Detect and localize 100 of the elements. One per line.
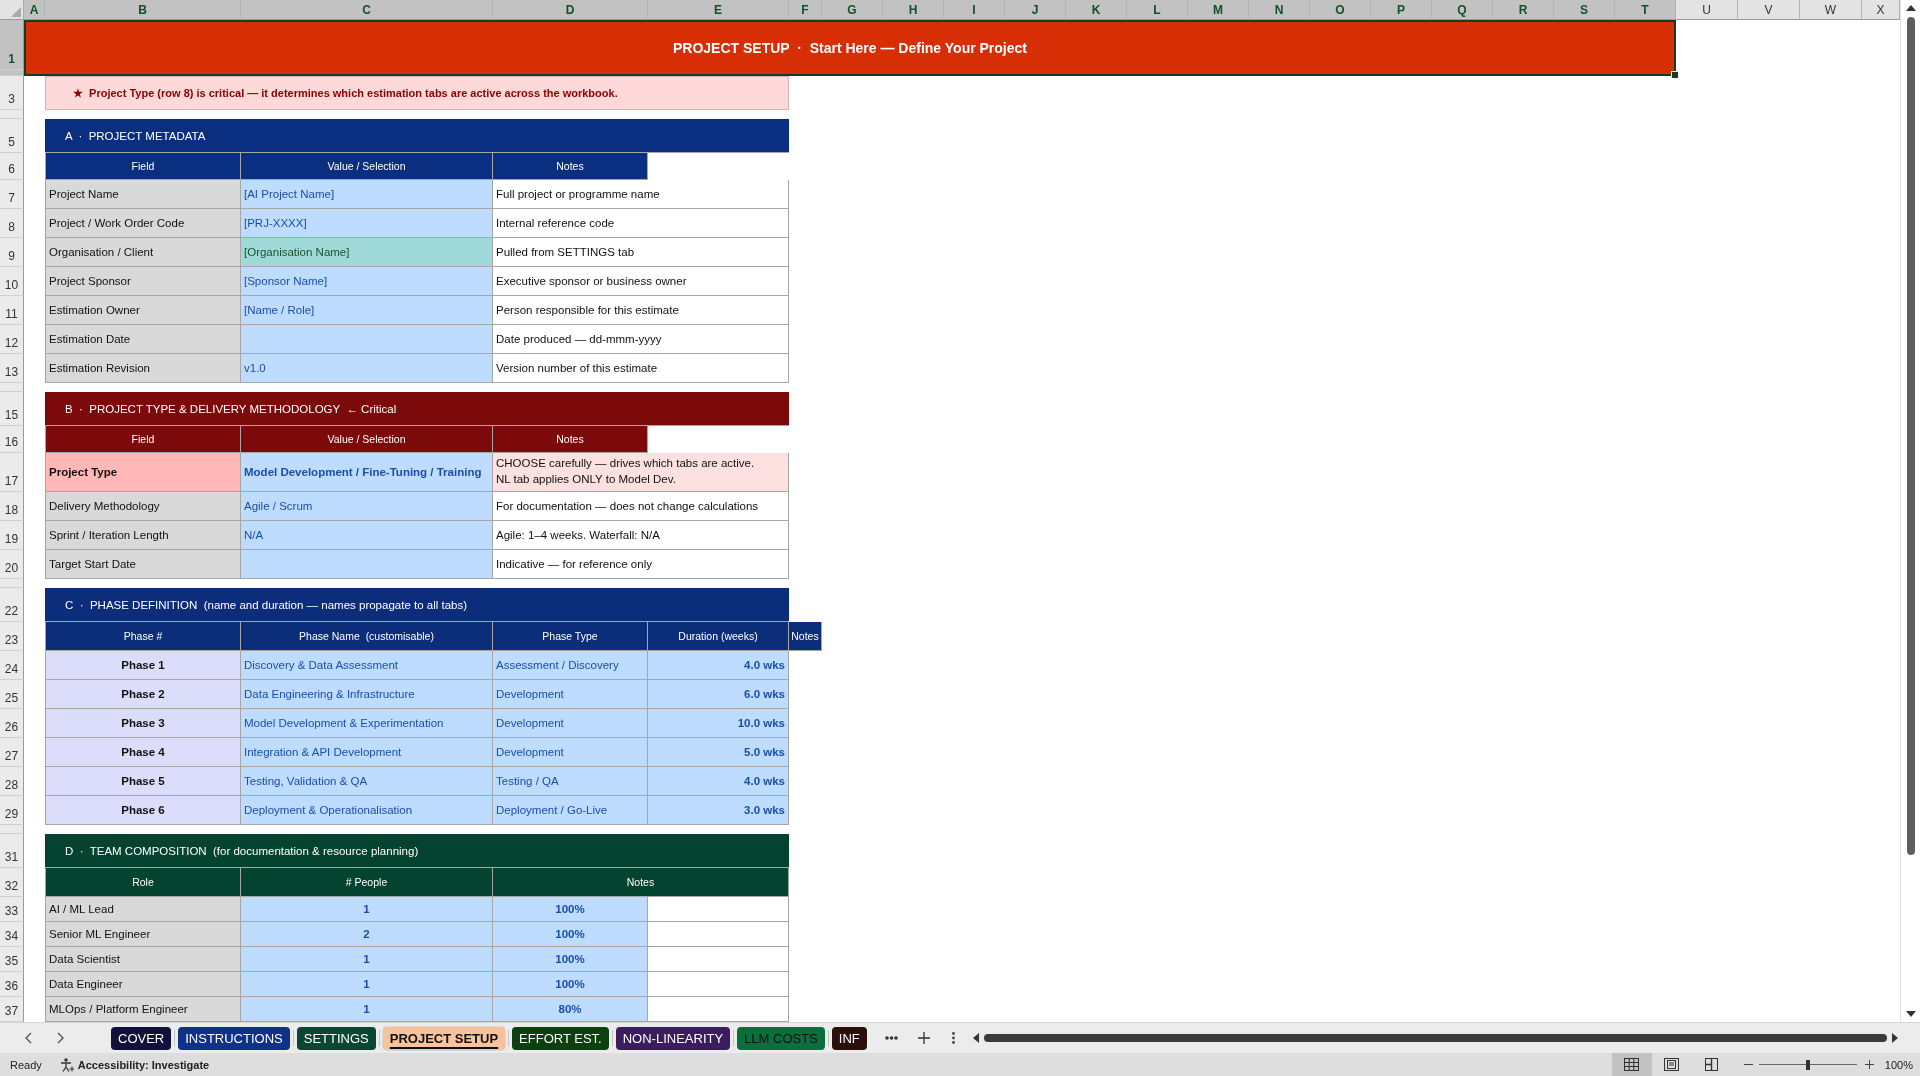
vertical-ellipsis-icon[interactable]	[951, 1032, 955, 1044]
input-cell[interactable]: Development	[493, 680, 648, 709]
column-header[interactable]: D	[493, 0, 648, 20]
row-header[interactable]: 22	[0, 588, 24, 622]
column-header[interactable]: E	[648, 0, 789, 20]
input-cell[interactable]	[241, 325, 493, 354]
column-header[interactable]: I	[944, 0, 1005, 20]
input-cell[interactable]: Model Development & Experimentation	[241, 709, 493, 738]
input-cell[interactable]: 5.0 wks	[648, 738, 789, 767]
input-cell[interactable]: Testing / QA	[493, 767, 648, 796]
column-header[interactable]: B	[45, 0, 241, 20]
column-header[interactable]: C	[241, 0, 493, 20]
input-cell[interactable]: 1	[241, 897, 493, 922]
sheet-tab[interactable]: SETTINGS	[296, 1026, 376, 1050]
column-header[interactable]: A	[24, 0, 45, 20]
input-cell[interactable]: 100%	[493, 972, 648, 997]
input-cell[interactable]: [AI Project Name]	[241, 180, 493, 209]
ellipsis-icon[interactable]	[884, 1036, 898, 1040]
input-cell[interactable]: 1	[241, 972, 493, 997]
input-cell[interactable]: 6.0 wks	[648, 680, 789, 709]
column-header[interactable]: T	[1615, 0, 1676, 20]
input-cell[interactable]: 1	[241, 997, 493, 1022]
scroll-right-icon[interactable]	[1892, 1033, 1898, 1043]
row-header[interactable]: 19	[0, 521, 24, 550]
column-header[interactable]: P	[1371, 0, 1432, 20]
input-cell[interactable]: 4.0 wks	[648, 767, 789, 796]
column-header[interactable]: R	[1493, 0, 1554, 20]
input-cell[interactable]: Model Development / Fine-Tuning / Training	[241, 453, 493, 492]
row-header[interactable]: 5	[0, 119, 24, 153]
column-header[interactable]: X	[1862, 0, 1900, 20]
fill-handle[interactable]	[1671, 71, 1679, 79]
accessibility-icon[interactable]	[59, 1057, 74, 1072]
scroll-up-icon[interactable]	[1905, 5, 1916, 11]
column-header[interactable]: L	[1127, 0, 1188, 20]
column-header[interactable]: K	[1066, 0, 1127, 20]
input-cell[interactable]: v1.0	[241, 354, 493, 383]
row-header[interactable]: 23	[0, 622, 24, 651]
zoom-slider-thumb[interactable]	[1805, 1059, 1810, 1070]
sheet-tab[interactable]: INSTRUCTIONS	[178, 1026, 290, 1050]
accessibility-status[interactable]: Accessibility: Investigate	[77, 1058, 210, 1071]
input-cell[interactable]: N/A	[241, 521, 493, 550]
input-cell[interactable]: Agile / Scrum	[241, 492, 493, 521]
row-header[interactable]: 31	[0, 834, 24, 868]
input-cell[interactable]: 1	[241, 947, 493, 972]
sheet-tab[interactable]: EFFORT EST.	[512, 1026, 609, 1050]
chevron-left-icon[interactable]	[25, 1032, 32, 1044]
plus-icon[interactable]	[917, 1032, 930, 1044]
input-cell[interactable]: Assessment / Discovery	[493, 651, 648, 680]
input-cell[interactable]: 100%	[493, 922, 648, 947]
input-cell[interactable]: 3.0 wks	[648, 796, 789, 825]
row-header[interactable]: 33	[0, 897, 24, 922]
row-header[interactable]: 32	[0, 868, 24, 897]
row-header[interactable]: 9	[0, 238, 24, 267]
column-header[interactable]: V	[1738, 0, 1800, 20]
row-header[interactable]: 8	[0, 209, 24, 238]
column-header[interactable]: F	[789, 0, 822, 20]
row-header[interactable]: 3	[0, 76, 24, 110]
scrollbar-thumb[interactable]	[1906, 17, 1915, 855]
input-cell[interactable]: 4.0 wks	[648, 651, 789, 680]
zoom-level[interactable]: 100%	[1884, 1058, 1913, 1071]
row-header[interactable]: 37	[0, 997, 24, 1022]
input-cell[interactable]: [PRJ-XXXX]	[241, 209, 493, 238]
plus-icon[interactable]	[1864, 1060, 1874, 1069]
sheet-tab[interactable]: PROJECT SETUP	[382, 1026, 506, 1050]
input-cell[interactable]: 100%	[493, 897, 648, 922]
input-cell[interactable]: 10.0 wks	[648, 709, 789, 738]
column-header[interactable]: H	[883, 0, 944, 20]
input-cell[interactable]: Testing, Validation & QA	[241, 767, 493, 796]
column-header[interactable]: M	[1188, 0, 1249, 20]
row-header[interactable]: 15	[0, 392, 24, 426]
input-cell[interactable]: 100%	[493, 947, 648, 972]
input-cell[interactable]: 2	[241, 922, 493, 947]
scrollbar-thumb[interactable]	[983, 1034, 1887, 1042]
input-cell[interactable]: [Sponsor Name]	[241, 267, 493, 296]
row-header[interactable]: 16	[0, 426, 24, 453]
chevron-right-icon[interactable]	[57, 1032, 64, 1044]
sheet-tab[interactable]: COVER	[111, 1026, 172, 1050]
row-header[interactable]: 35	[0, 947, 24, 972]
input-cell[interactable]: [Name / Role]	[241, 296, 493, 325]
sheet-tab[interactable]: NON-LINEARITY	[615, 1026, 731, 1050]
row-header[interactable]: 27	[0, 738, 24, 767]
row-header[interactable]: 26	[0, 709, 24, 738]
row-header[interactable]: 34	[0, 922, 24, 947]
column-header[interactable]: U	[1676, 0, 1738, 20]
sheet-tab[interactable]: LLM COSTS	[737, 1026, 825, 1050]
row-header[interactable]: 1	[0, 20, 24, 70]
row-header[interactable]: 29	[0, 796, 24, 825]
column-header[interactable]: J	[1005, 0, 1066, 20]
row-header[interactable]: 20	[0, 550, 24, 579]
column-header[interactable]: S	[1554, 0, 1615, 20]
row-header[interactable]: 6	[0, 153, 24, 180]
input-cell[interactable]	[241, 550, 493, 579]
input-cell[interactable]: Deployment & Operationalisation	[241, 796, 493, 825]
row-header[interactable]: 25	[0, 680, 24, 709]
row-header[interactable]: 18	[0, 492, 24, 521]
input-cell[interactable]: Data Engineering & Infrastructure	[241, 680, 493, 709]
input-cell[interactable]: Development	[493, 738, 648, 767]
normal-view-button[interactable]	[1611, 1053, 1652, 1076]
column-header[interactable]: Q	[1432, 0, 1493, 20]
scroll-down-icon[interactable]	[1905, 1011, 1916, 1017]
